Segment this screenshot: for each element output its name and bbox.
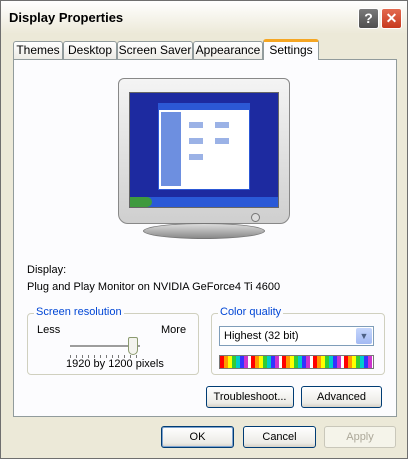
more-label: More bbox=[161, 324, 187, 336]
display-label: Display: bbox=[27, 264, 67, 276]
tab-themes[interactable]: Themes bbox=[13, 41, 63, 59]
advanced-button[interactable]: Advanced bbox=[301, 386, 382, 408]
resolution-value: 1920 by 1200 pixels bbox=[66, 358, 164, 370]
color-quality-select[interactable]: Highest (32 bit) ▼ bbox=[219, 326, 374, 346]
resolution-slider-thumb[interactable] bbox=[128, 337, 138, 355]
chevron-down-icon[interactable]: ▼ bbox=[356, 328, 372, 344]
display-monitor-name: Plug and Play Monitor on NVIDIA GeForce4… bbox=[27, 281, 281, 293]
monitor-stand bbox=[143, 223, 265, 239]
help-button[interactable]: ? bbox=[358, 8, 379, 29]
color-quality-group: Color quality Highest (32 bit) ▼ bbox=[211, 306, 385, 375]
ok-button[interactable]: OK bbox=[161, 426, 234, 448]
monitor-bezel bbox=[118, 78, 290, 224]
preview-window bbox=[158, 103, 250, 190]
window-title: Display Properties bbox=[9, 10, 124, 25]
preview-start-button bbox=[130, 197, 152, 207]
less-label: Less bbox=[37, 324, 61, 336]
screen-resolution-group: Screen resolution Less More 1920 by 1200… bbox=[27, 306, 199, 375]
tab-screen-saver[interactable]: Screen Saver bbox=[117, 41, 193, 59]
color-spectrum bbox=[219, 355, 374, 369]
color-quality-title: Color quality bbox=[218, 306, 284, 318]
tab-appearance[interactable]: Appearance bbox=[193, 41, 263, 59]
display-properties-window: Display Properties ? ✕ Themes Desktop Sc… bbox=[0, 0, 408, 459]
preview-taskbar bbox=[130, 197, 278, 207]
tab-desktop[interactable]: Desktop bbox=[63, 41, 117, 59]
monitor-screen bbox=[129, 92, 279, 208]
monitor-power-icon bbox=[251, 213, 260, 222]
monitor-preview bbox=[118, 78, 290, 240]
screen-resolution-title: Screen resolution bbox=[34, 306, 124, 318]
troubleshoot-button[interactable]: Troubleshoot... bbox=[206, 386, 294, 408]
apply-button[interactable]: Apply bbox=[324, 426, 396, 448]
title-bar[interactable]: Display Properties ? ✕ bbox=[1, 1, 407, 34]
settings-panel: Display: Plug and Play Monitor on NVIDIA… bbox=[13, 59, 397, 417]
close-button[interactable]: ✕ bbox=[381, 8, 402, 29]
tab-settings[interactable]: Settings bbox=[263, 39, 319, 60]
tab-strip: Themes Desktop Screen Saver Appearance S… bbox=[13, 39, 397, 60]
cancel-button[interactable]: Cancel bbox=[243, 426, 316, 448]
color-quality-selected: Highest (32 bit) bbox=[224, 330, 299, 342]
